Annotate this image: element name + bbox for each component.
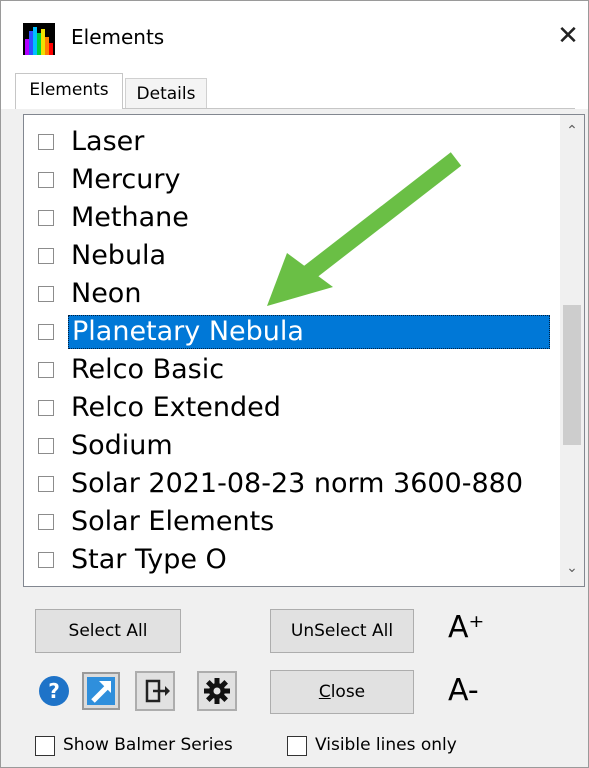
list-item-label: Solar 2021-08-23 norm 3600-880 — [71, 468, 524, 499]
list-item-checkbox[interactable] — [38, 248, 54, 264]
list-item[interactable]: Star Type B — [24, 580, 559, 586]
elements-window: Elements ✕ Elements Details Laser Mercury… — [0, 0, 589, 768]
list-item-checkbox[interactable] — [38, 362, 54, 378]
list-item-label: Mercury — [71, 164, 181, 195]
select-all-button[interactable]: Select All — [35, 609, 181, 653]
list-item-checkbox[interactable] — [38, 324, 54, 340]
list-item[interactable]: Neon — [24, 276, 559, 314]
list-item-label: Planetary Nebula — [68, 315, 550, 349]
title-bar: Elements ✕ — [1, 1, 588, 71]
list-item-label: Sodium — [71, 430, 173, 461]
list-item[interactable]: Methane — [24, 200, 559, 238]
list-item-label: Relco Extended — [71, 392, 281, 423]
tab-details[interactable]: Details — [125, 78, 207, 109]
list-item-checkbox[interactable] — [38, 134, 54, 150]
font-decrease-button[interactable]: A- — [448, 674, 479, 708]
export-icon[interactable] — [135, 671, 175, 711]
list-item-label: Star Type B — [71, 582, 224, 586]
list-item-checkbox[interactable] — [38, 514, 54, 530]
window-title: Elements — [71, 25, 165, 49]
list-item[interactable]: Solar Elements — [24, 504, 559, 542]
list-item-label: Neon — [71, 278, 142, 309]
list-item[interactable]: Laser — [24, 124, 559, 162]
list-item[interactable]: Mercury — [24, 162, 559, 200]
close-window-button[interactable]: ✕ — [553, 21, 583, 51]
list-item[interactable]: Star Type O — [24, 542, 559, 580]
list-item-label: Laser — [71, 126, 145, 157]
show-balmer-box[interactable] — [35, 736, 55, 756]
list-item-label: Nebula — [71, 240, 167, 271]
elements-list-rows: Laser Mercury Methane Nebula Neon Planetary N… — [24, 124, 559, 586]
spectrum-icon — [23, 23, 55, 55]
close-button-mnemonic: C — [318, 682, 331, 702]
list-item-checkbox[interactable] — [38, 172, 54, 188]
elements-list[interactable]: Laser Mercury Methane Nebula Neon Planetary N… — [23, 114, 585, 587]
vertical-scrollbar[interactable]: ⌃ ⌄ — [560, 115, 584, 586]
tab-elements[interactable]: Elements — [15, 73, 123, 109]
visible-lines-label: Visible lines only — [315, 735, 457, 755]
list-item[interactable]: Nebula — [24, 238, 559, 276]
show-balmer-label: Show Balmer Series — [63, 735, 233, 755]
tab-bar: Elements Details — [1, 71, 588, 109]
list-item-checkbox[interactable] — [38, 438, 54, 454]
scroll-down-icon[interactable]: ⌄ — [560, 556, 584, 580]
help-icon[interactable]: ? — [38, 675, 70, 707]
list-item[interactable]: Relco Extended — [24, 390, 559, 428]
unselect-all-button[interactable]: UnSelect All — [270, 609, 414, 653]
svg-text:?: ? — [48, 679, 60, 703]
list-item-label: Methane — [71, 202, 189, 233]
scrollbar-thumb[interactable] — [563, 305, 581, 445]
scroll-up-icon[interactable]: ⌃ — [560, 119, 584, 143]
close-button-label: lose — [330, 682, 366, 702]
list-item-checkbox[interactable] — [38, 552, 54, 568]
list-item-checkbox[interactable] — [38, 400, 54, 416]
list-item-checkbox[interactable] — [38, 286, 54, 302]
list-item-label: Star Type O — [71, 544, 227, 575]
list-item-checkbox[interactable] — [38, 476, 54, 492]
visible-lines-box[interactable] — [287, 736, 307, 756]
list-item-label: Solar Elements — [71, 506, 275, 537]
list-item-checkbox[interactable] — [38, 210, 54, 226]
close-button[interactable]: Close — [270, 670, 414, 714]
shortcut-arrow-icon[interactable] — [81, 671, 121, 711]
list-item-label: Relco Basic — [71, 354, 225, 385]
font-increase-button[interactable]: A⁺ — [448, 611, 484, 645]
list-item[interactable]: Sodium — [24, 428, 559, 466]
gear-icon[interactable] — [197, 671, 237, 711]
list-item[interactable]: Relco Basic — [24, 352, 559, 390]
list-item[interactable]: Solar 2021-08-23 norm 3600-880 — [24, 466, 559, 504]
list-item[interactable]: Planetary Nebula — [24, 314, 559, 352]
